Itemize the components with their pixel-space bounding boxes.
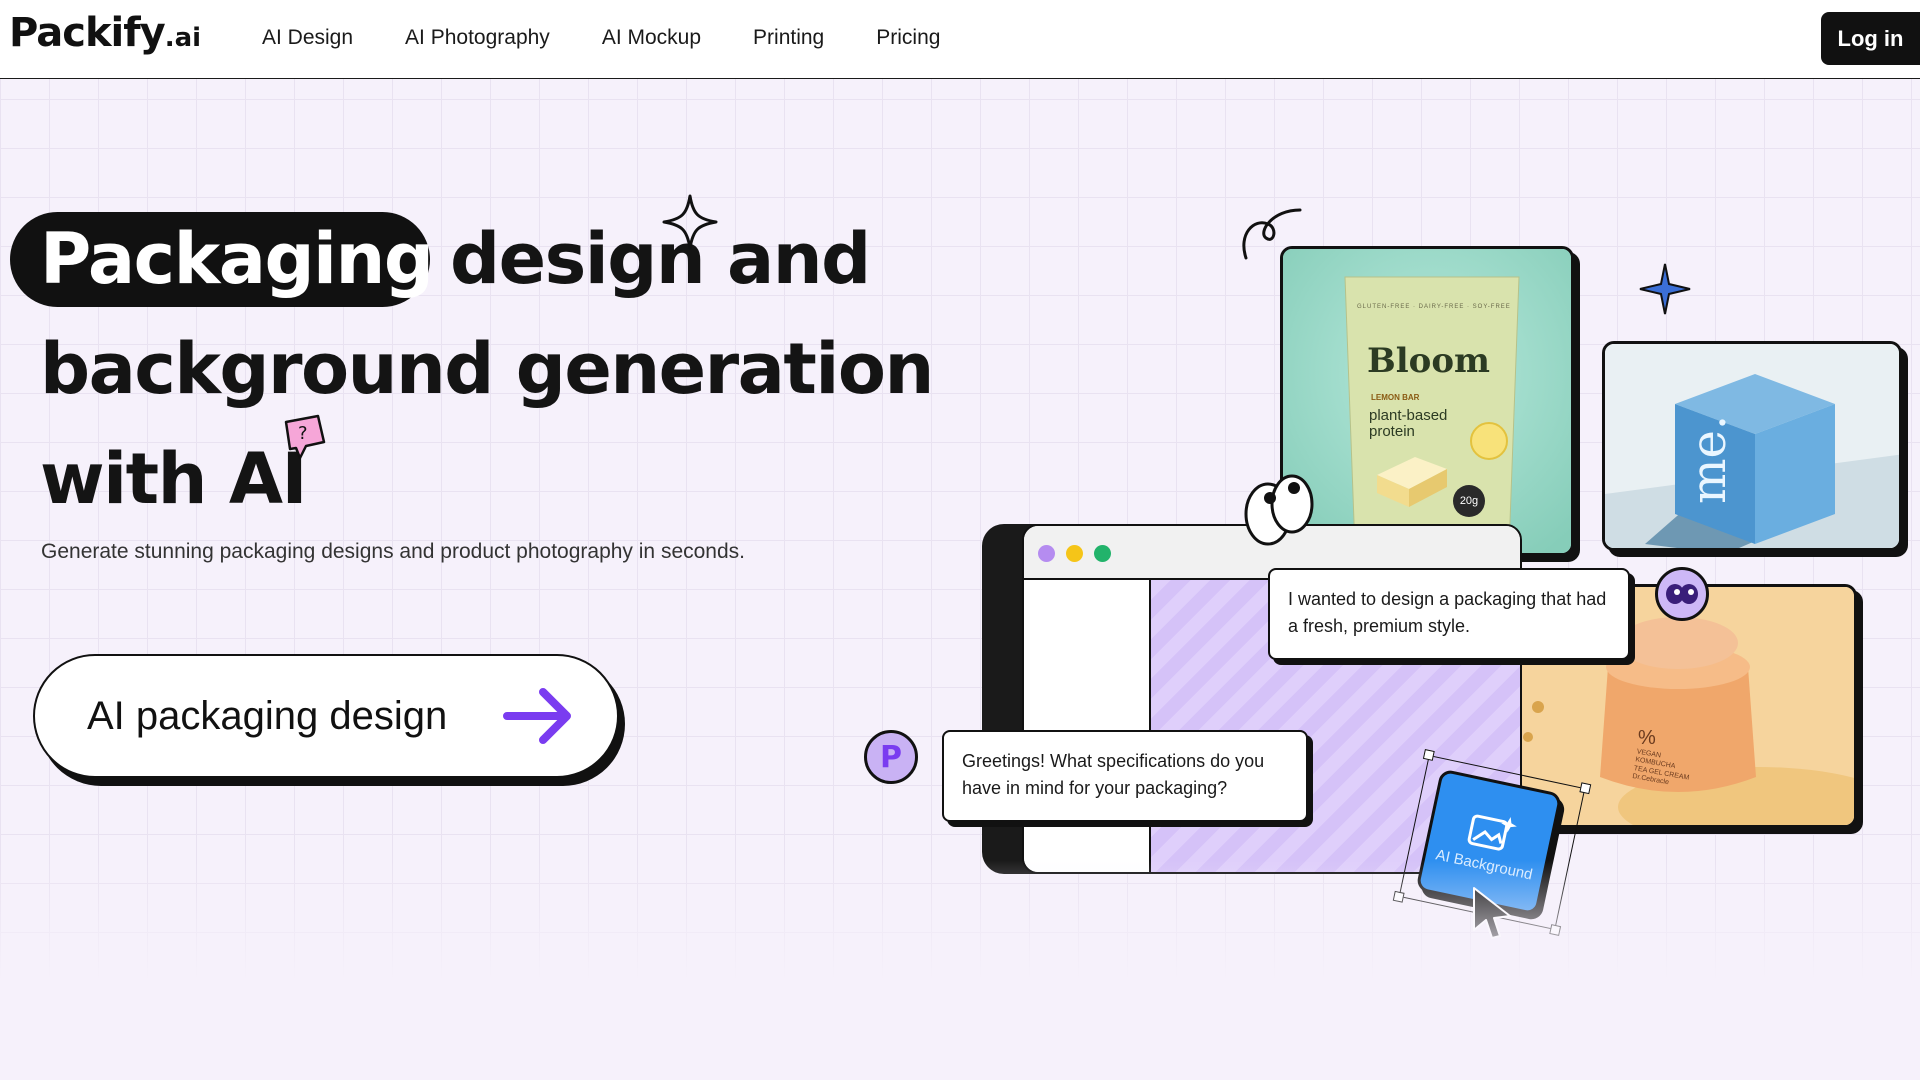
avatar-letter: P	[880, 739, 902, 775]
headline-line3: with AI	[40, 438, 308, 520]
bloom-desc-1: plant-based	[1369, 407, 1448, 424]
robot-eyes-icon	[1666, 584, 1698, 604]
nav-ai-design[interactable]: AI Design	[262, 26, 353, 50]
hero-subtitle: Generate stunning packaging designs and …	[41, 540, 745, 563]
arrow-right-icon	[503, 688, 571, 744]
headline-highlight-word: Packaging	[40, 218, 434, 300]
googly-eyes-icon	[1244, 474, 1314, 546]
main-nav: AI Design AI Photography AI Mockup Print…	[262, 26, 940, 50]
user-chat-bubble: I wanted to design a packaging that had …	[1268, 568, 1630, 660]
svg-text:?: ?	[298, 423, 308, 444]
hero-bottom-fade	[0, 860, 1920, 1080]
top-nav-bar: Packify.ai AI Design AI Photography AI M…	[0, 0, 1920, 79]
bloom-badge-text: 20g	[1459, 495, 1479, 507]
nav-ai-photography[interactable]: AI Photography	[405, 26, 550, 50]
me-box-image	[1605, 344, 1899, 548]
nav-pricing[interactable]: Pricing	[876, 26, 940, 50]
bloom-top-text: GLUTEN-FREE · DAIRY-FREE · SOY-FREE	[1357, 304, 1511, 310]
lemon-slice-image	[1470, 422, 1508, 460]
nav-printing[interactable]: Printing	[753, 26, 824, 50]
bot-chat-bubble: Greetings! What specifications do you ha…	[942, 730, 1308, 822]
bloom-protein-badge: 20g	[1453, 485, 1485, 517]
ai-packaging-design-button[interactable]: AI packaging design	[33, 654, 619, 778]
packify-avatar: P	[864, 730, 918, 784]
star-icon	[1639, 263, 1691, 315]
robot-avatar	[1655, 567, 1709, 621]
window-dot-yellow	[1066, 545, 1083, 562]
cta-label: AI packaging design	[87, 694, 448, 738]
window-dot-green	[1094, 545, 1111, 562]
bloom-desc-2: protein	[1369, 423, 1415, 440]
logo-suffix-text: .ai	[164, 23, 202, 53]
bloom-brand: Bloom	[1367, 341, 1490, 381]
login-button[interactable]: Log in	[1821, 12, 1920, 65]
sparkle-icon	[662, 194, 718, 250]
headline-line2: background generation	[40, 328, 934, 410]
image-sparkle-icon	[1467, 814, 1517, 851]
nav-ai-mockup[interactable]: AI Mockup	[602, 26, 701, 50]
bloom-product-card: GLUTEN-FREE · DAIRY-FREE · SOY-FREE Bloo…	[1280, 246, 1574, 556]
me-product-card: me.	[1602, 341, 1902, 551]
browser-sidebar	[1024, 580, 1151, 872]
window-dot-purple	[1038, 545, 1055, 562]
jar-percent: %	[1638, 727, 1656, 749]
logo-main-text: Packify	[9, 10, 166, 56]
lemon-bar-image	[1377, 457, 1447, 507]
me-brand: me.	[1681, 414, 1737, 504]
selection-handle	[1579, 782, 1592, 795]
selection-handle	[1422, 749, 1435, 761]
packify-logo[interactable]: Packify.ai	[9, 10, 201, 56]
question-bubble-icon: ?	[284, 414, 326, 460]
bloom-tagline: LEMON BAR	[1371, 393, 1420, 402]
